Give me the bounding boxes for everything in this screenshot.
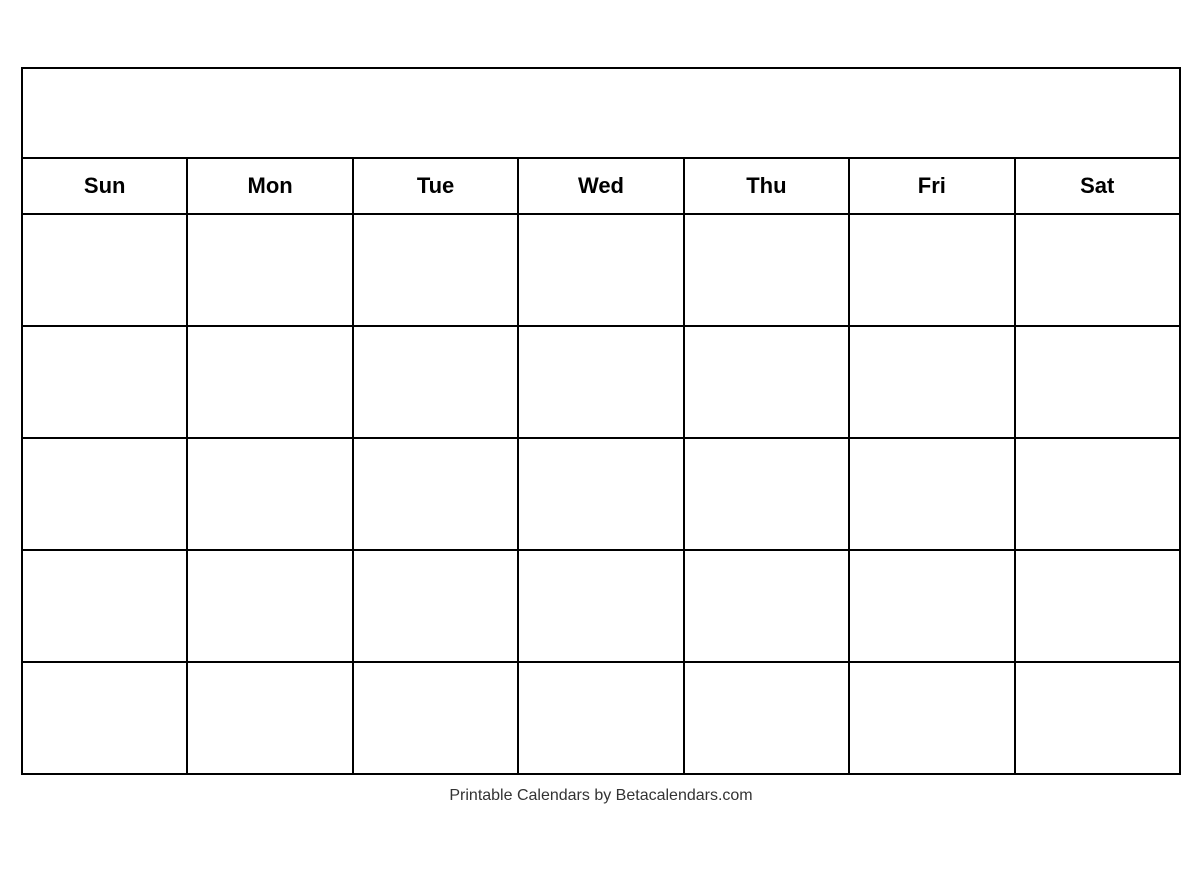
cell-3-7[interactable] (1016, 439, 1179, 549)
calendar-header-row: Sun Mon Tue Wed Thu Fri Sat (23, 159, 1179, 215)
cell-2-1[interactable] (23, 327, 188, 437)
cell-3-6[interactable] (850, 439, 1015, 549)
calendar-body (23, 215, 1179, 773)
cell-2-3[interactable] (354, 327, 519, 437)
header-wed: Wed (519, 159, 684, 213)
cell-2-7[interactable] (1016, 327, 1179, 437)
cell-4-5[interactable] (685, 551, 850, 661)
calendar-row-5 (23, 663, 1179, 773)
calendar-title-row (23, 69, 1179, 159)
calendar-row-4 (23, 551, 1179, 663)
cell-4-6[interactable] (850, 551, 1015, 661)
header-fri: Fri (850, 159, 1015, 213)
header-tue: Tue (354, 159, 519, 213)
footer-text: Printable Calendars by Betacalendars.com (449, 787, 752, 805)
cell-2-2[interactable] (188, 327, 353, 437)
calendar-wrapper: Sun Mon Tue Wed Thu Fri Sat (21, 67, 1181, 805)
cell-5-3[interactable] (354, 663, 519, 773)
calendar-row-2 (23, 327, 1179, 439)
cell-1-6[interactable] (850, 215, 1015, 325)
cell-4-4[interactable] (519, 551, 684, 661)
cell-3-1[interactable] (23, 439, 188, 549)
cell-5-7[interactable] (1016, 663, 1179, 773)
cell-1-4[interactable] (519, 215, 684, 325)
cell-4-3[interactable] (354, 551, 519, 661)
cell-3-2[interactable] (188, 439, 353, 549)
cell-1-3[interactable] (354, 215, 519, 325)
calendar-row-1 (23, 215, 1179, 327)
cell-1-5[interactable] (685, 215, 850, 325)
cell-2-5[interactable] (685, 327, 850, 437)
cell-3-4[interactable] (519, 439, 684, 549)
cell-3-5[interactable] (685, 439, 850, 549)
cell-5-1[interactable] (23, 663, 188, 773)
cell-4-2[interactable] (188, 551, 353, 661)
cell-3-3[interactable] (354, 439, 519, 549)
cell-5-2[interactable] (188, 663, 353, 773)
cell-4-7[interactable] (1016, 551, 1179, 661)
header-sun: Sun (23, 159, 188, 213)
cell-2-6[interactable] (850, 327, 1015, 437)
calendar-container: Sun Mon Tue Wed Thu Fri Sat (21, 67, 1181, 775)
calendar-row-3 (23, 439, 1179, 551)
header-mon: Mon (188, 159, 353, 213)
cell-5-4[interactable] (519, 663, 684, 773)
cell-5-5[interactable] (685, 663, 850, 773)
cell-1-7[interactable] (1016, 215, 1179, 325)
cell-5-6[interactable] (850, 663, 1015, 773)
header-sat: Sat (1016, 159, 1179, 213)
header-thu: Thu (685, 159, 850, 213)
cell-1-2[interactable] (188, 215, 353, 325)
cell-4-1[interactable] (23, 551, 188, 661)
cell-2-4[interactable] (519, 327, 684, 437)
cell-1-1[interactable] (23, 215, 188, 325)
